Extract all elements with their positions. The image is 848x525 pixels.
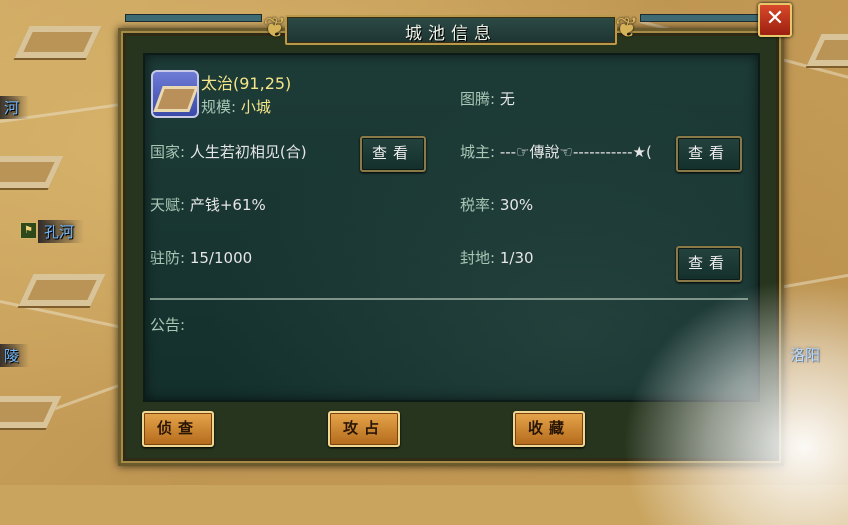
close-button[interactable]: ✕ [758,3,792,37]
view-lord-button[interactable]: 查看 [676,136,742,172]
map-castle[interactable] [18,268,106,312]
city-name-coords: 太治(91,25) [201,74,292,93]
lord-value: ---☞傳說☜-----------★( [499,143,652,161]
map-castle[interactable] [0,150,64,194]
garrison-value: 15/1000 [189,249,253,267]
map-label-konghe[interactable]: 孔河 [38,220,85,243]
map-castle[interactable] [806,28,848,72]
totem-row: 图腾: 无 [460,90,515,108]
notice-label: 公告: [150,316,186,334]
favorite-button[interactable]: 收藏 [513,411,585,447]
totem-value: 无 [499,90,515,108]
fief-value: 1/30 [499,249,534,267]
city-avatar [151,70,199,118]
nation-row: 国家: 人生若初相见(合) [150,143,307,161]
talent-row: 天赋: 产钱+61% [150,196,266,214]
map-label-ling[interactable]: 陵 [0,344,30,367]
map-castle[interactable] [14,20,102,64]
dialog-title: 城池信息 [405,24,497,44]
nation-value: 人生若初相见(合) [189,143,307,161]
dialog-titlebar: ❦ 城池信息 ❦ [261,11,641,47]
map-label-river[interactable]: 河 [0,96,30,119]
city-scale: 规模: 小城 [201,98,271,116]
map-castle[interactable] [0,390,62,434]
tax-value: 30% [499,196,534,214]
close-icon: ✕ [765,6,785,31]
view-nation-button[interactable]: 查看 [360,136,426,172]
lord-row: 城主: ---☞傳說☜-----------★( [460,143,652,161]
flag-icon: ⚑ [20,222,37,239]
fief-row: 封地: 1/30 [460,249,534,267]
attack-button[interactable]: 攻占 [328,411,400,447]
tax-row: 税率: 30% [460,196,534,214]
talent-value: 产钱+61% [189,196,266,214]
garrison-row: 驻防: 15/1000 [150,249,253,267]
scout-button[interactable]: 侦查 [142,411,214,447]
city-scale-value: 小城 [240,98,271,116]
